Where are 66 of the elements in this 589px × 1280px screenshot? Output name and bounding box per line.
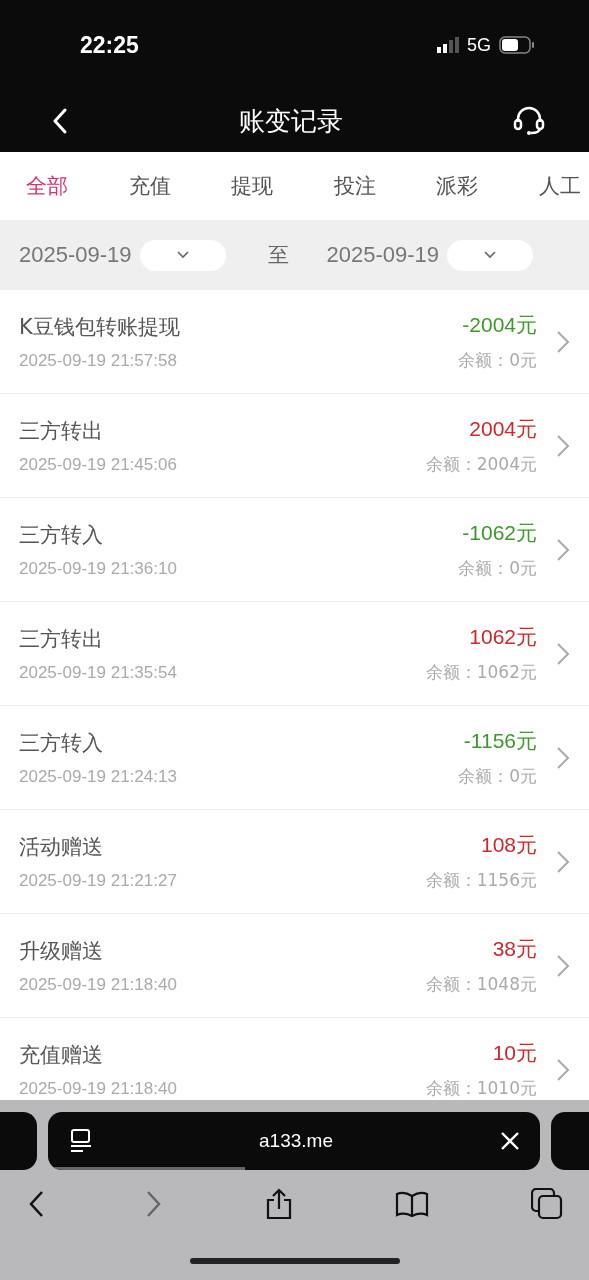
page-menu-icon[interactable]: [70, 1129, 92, 1153]
record-time: 2025-09-19 21:36:10: [19, 558, 178, 579]
chevron-down-icon: [176, 251, 189, 259]
record-amount: -2004元: [462, 312, 537, 338]
start-date-dropdown[interactable]: [139, 239, 226, 271]
record-title: 三方转出: [19, 417, 104, 445]
filter-tab[interactable]: 人工: [538, 166, 581, 206]
record-time: 2025-09-19 21:35:54: [19, 662, 178, 683]
filter-tab[interactable]: 全部: [26, 166, 68, 206]
record-time: 2025-09-19 21:24:13: [19, 766, 178, 787]
close-icon[interactable]: [500, 1131, 520, 1151]
end-date: 2025-09-19: [326, 242, 440, 268]
record-title: 充值赠送: [19, 1041, 104, 1069]
forward-icon[interactable]: [146, 1190, 163, 1218]
record-time: 2025-09-19 21:18:40: [19, 1078, 178, 1099]
record-balance: 余额：0元: [458, 349, 537, 372]
record-title: K豆钱包转账提现: [19, 313, 181, 341]
back-icon[interactable]: [28, 1190, 44, 1218]
record-title: 升级赠送: [19, 937, 104, 965]
tabs-icon[interactable]: [531, 1188, 563, 1220]
date-separator: 至: [267, 242, 289, 269]
battery-icon: [499, 36, 535, 54]
headset-icon[interactable]: [513, 106, 545, 136]
record-amount: 10元: [492, 1040, 537, 1066]
record-balance: 余额：2004元: [425, 453, 537, 476]
share-icon[interactable]: [264, 1188, 293, 1220]
chevron-right-icon[interactable]: [557, 1058, 569, 1081]
filter-tab[interactable]: 提现: [231, 166, 274, 206]
record-title: 三方转入: [19, 521, 104, 549]
record-time: 2025-09-19 21:57:58: [19, 350, 178, 371]
signal-icon: [437, 37, 459, 53]
record-title: 活动赠送: [19, 833, 104, 861]
filter-tab[interactable]: 派彩: [436, 166, 479, 206]
record-title: 三方转入: [19, 729, 104, 757]
record-amount: -1062元: [462, 520, 537, 546]
chevron-down-icon: [484, 251, 497, 259]
filter-tab[interactable]: 充值: [128, 166, 171, 206]
record-time: 2025-09-19 21:45:06: [19, 454, 178, 475]
chevron-right-icon[interactable]: [557, 434, 569, 457]
record-balance: 余额：1010元: [425, 1077, 537, 1100]
filter-tab[interactable]: 投注: [333, 166, 376, 206]
network-label: 5G: [467, 34, 491, 56]
chevron-right-icon[interactable]: [557, 746, 569, 769]
book-icon[interactable]: [394, 1191, 429, 1217]
chevron-right-icon[interactable]: [557, 954, 569, 977]
record-amount: 1062元: [469, 624, 537, 650]
record-balance: 余额：0元: [458, 765, 537, 788]
record-time: 2025-09-19 21:21:27: [19, 870, 178, 891]
record-time: 2025-09-19 21:18:40: [19, 974, 178, 995]
record-amount: -1156元: [463, 728, 537, 754]
record-title: 三方转出: [19, 625, 104, 653]
record-amount: 38元: [492, 936, 537, 962]
chevron-right-icon[interactable]: [557, 538, 569, 561]
record-balance: 余额：1156元: [425, 869, 537, 892]
chevron-right-icon[interactable]: [557, 642, 569, 665]
record-amount: 2004元: [469, 416, 537, 442]
record-amount: 108元: [480, 832, 537, 858]
record-balance: 余额：1048元: [425, 973, 537, 996]
chevron-right-icon[interactable]: [557, 330, 569, 353]
chevron-right-icon[interactable]: [557, 850, 569, 873]
start-date: 2025-09-19: [19, 242, 132, 268]
page-title: 账变记录: [238, 104, 343, 138]
record-balance: 余额：1062元: [425, 661, 537, 684]
record-balance: 余额：0元: [458, 557, 537, 580]
status-time: 22:25: [80, 31, 139, 59]
url-text: a133.me: [259, 1130, 333, 1152]
